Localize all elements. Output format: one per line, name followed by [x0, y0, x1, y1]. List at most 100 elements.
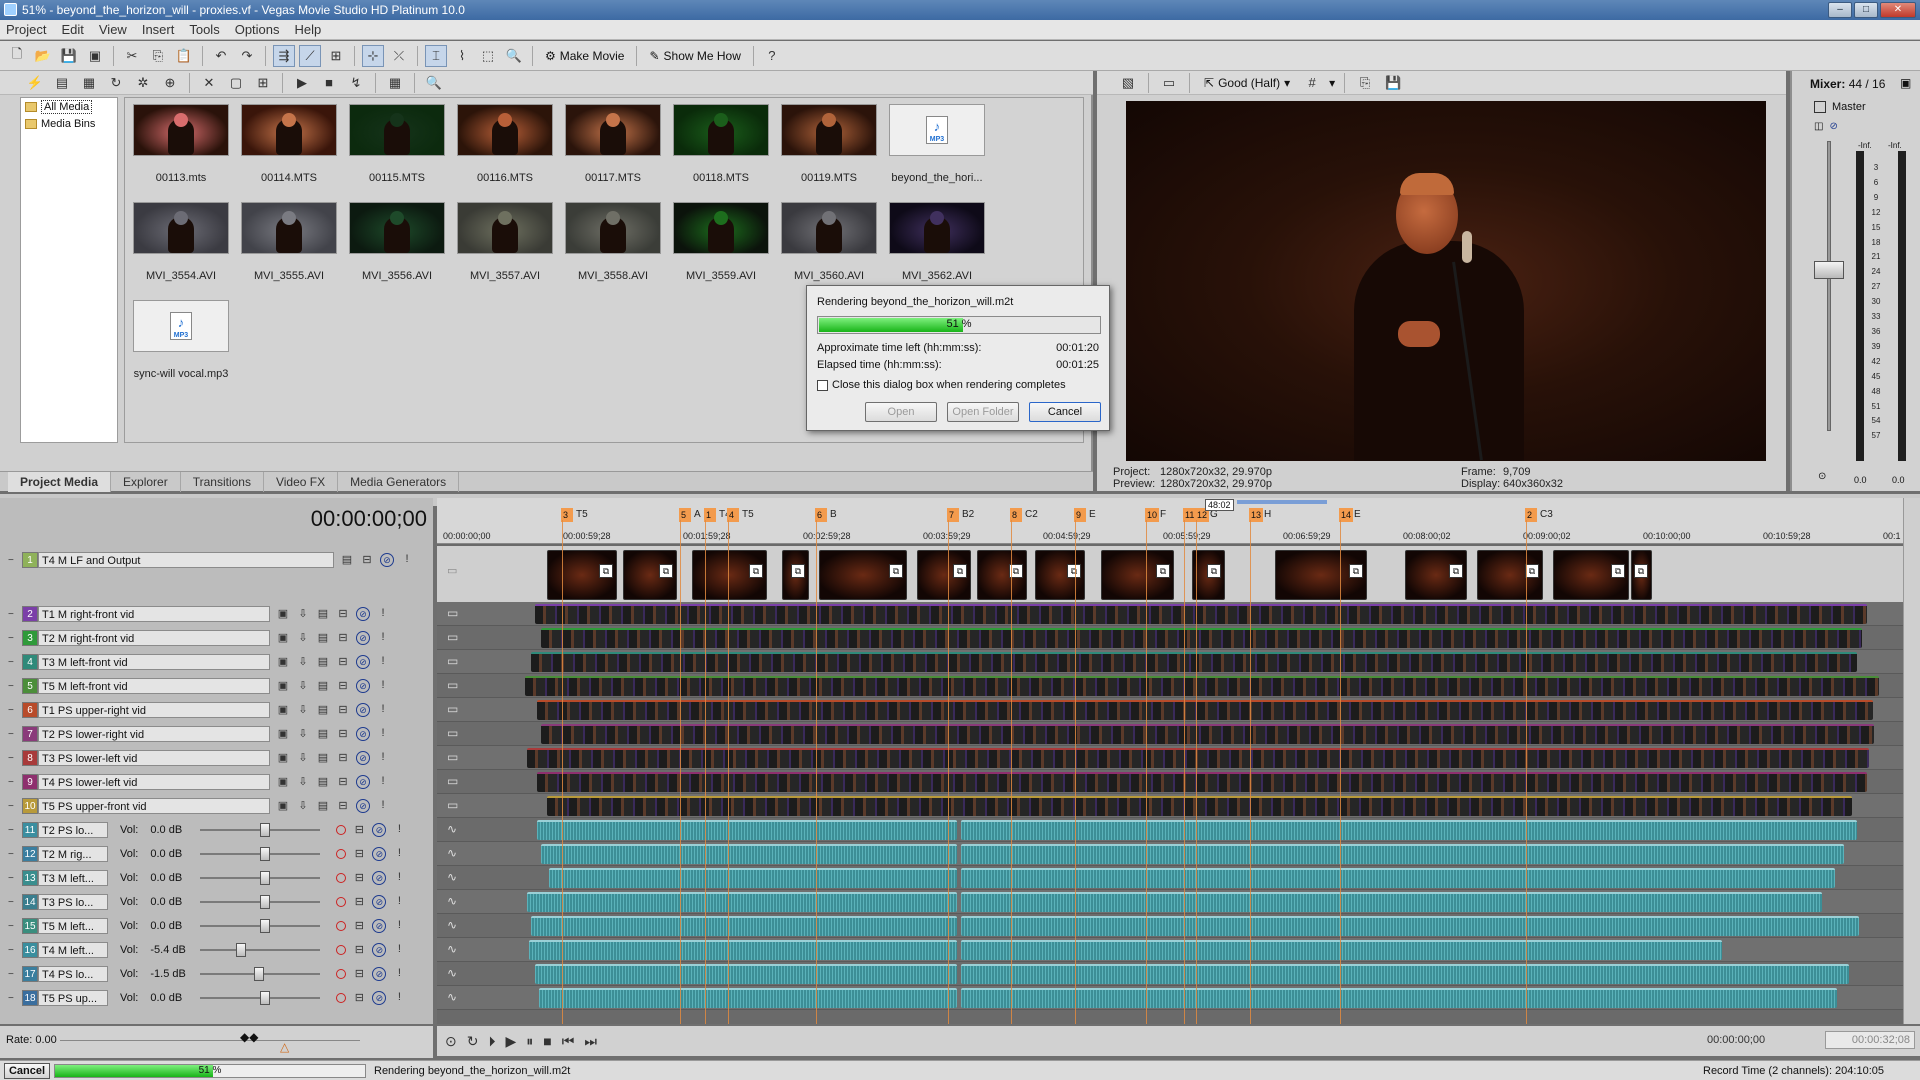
track-collapse-icon[interactable]: −: [8, 897, 14, 908]
track-fx-icon[interactable]: ⊟: [352, 943, 366, 957]
track-fx-icon[interactable]: ⊟: [352, 847, 366, 861]
compositing-level-icon[interactable]: ⊟: [336, 679, 350, 693]
track-fx-icon[interactable]: ▤: [316, 727, 330, 741]
track-collapse-icon[interactable]: −: [8, 801, 14, 812]
track-collapse-icon[interactable]: −: [8, 657, 14, 668]
track-header[interactable]: −13 T3 M left... Vol: 0.0 dB ⊟ ⊘!: [6, 866, 431, 890]
save-snapshot-icon[interactable]: 💾: [1382, 72, 1404, 94]
track-collapse-icon[interactable]: −: [8, 969, 14, 980]
volume-slider[interactable]: [200, 942, 321, 958]
track-motion-icon[interactable]: ▣: [276, 703, 290, 717]
menu-view[interactable]: View: [99, 22, 127, 37]
track-lane[interactable]: ▭: [437, 770, 1903, 794]
track-fx-icon[interactable]: ⊟: [352, 919, 366, 933]
paste-icon[interactable]: 📋: [173, 45, 195, 67]
volume-slider[interactable]: [200, 894, 321, 910]
play-icon[interactable]: ▶: [505, 1033, 516, 1050]
track-name[interactable]: T2 M rig...: [38, 846, 108, 862]
track-motion-icon[interactable]: ▣: [276, 607, 290, 621]
track-name[interactable]: T1 M right-front vid: [38, 606, 270, 622]
track-collapse-icon[interactable]: −: [8, 921, 14, 932]
mute-icon[interactable]: ⊘: [356, 679, 370, 693]
compositing-level-icon[interactable]: ⊟: [336, 775, 350, 789]
track-collapse-icon[interactable]: −: [8, 609, 14, 620]
track-name[interactable]: T4 PS lo...: [38, 966, 108, 982]
normal-edit-tool-icon[interactable]: ⌶: [425, 44, 447, 67]
volume-slider-knob[interactable]: [236, 943, 247, 957]
tab-media-generators[interactable]: Media Generators: [338, 471, 460, 492]
tree-item-media-bins[interactable]: Media Bins: [21, 116, 117, 132]
media-item[interactable]: 00114.MTS: [241, 104, 337, 184]
compositing-level-icon[interactable]: ⊟: [336, 751, 350, 765]
track-name[interactable]: T4 M LF and Output: [38, 552, 334, 568]
track-name[interactable]: T2 M right-front vid: [38, 630, 270, 646]
video-clip[interactable]: [537, 772, 1867, 792]
track-motion-icon[interactable]: ▣: [276, 775, 290, 789]
solo-icon[interactable]: !: [392, 991, 406, 1005]
track-motion-icon[interactable]: ▣: [276, 799, 290, 813]
close-when-complete-checkbox[interactable]: [817, 379, 828, 391]
new-project-icon[interactable]: 🗋: [6, 45, 28, 67]
track-header[interactable]: −15 T5 M left... Vol: 0.0 dB ⊟ ⊘!: [6, 914, 431, 938]
track-lane[interactable]: ▭: [437, 722, 1903, 746]
compositing-level-icon[interactable]: ⊟: [336, 655, 350, 669]
audio-clip[interactable]: [541, 844, 957, 864]
make-movie-button[interactable]: ⚙ Make Movie: [540, 45, 629, 67]
media-item[interactable]: MVI_3557.AVI: [457, 202, 553, 282]
track-collapse-icon[interactable]: −: [8, 555, 14, 566]
solo-icon[interactable]: !: [392, 967, 406, 981]
video-clip[interactable]: [537, 700, 1873, 720]
tab-project-media[interactable]: Project Media: [8, 471, 112, 492]
track-fx-icon[interactable]: ▤: [316, 775, 330, 789]
volume-slider[interactable]: [200, 966, 321, 982]
mute-icon[interactable]: ⊘: [356, 607, 370, 621]
remove-media-icon[interactable]: ✕: [198, 72, 220, 94]
mute-icon[interactable]: ⊘: [356, 751, 370, 765]
play-media-icon[interactable]: ▶: [291, 72, 313, 94]
track-1-lane[interactable]: ▭ ⧉ ⧉ ⧉ ⧉ ⧉ ⧉ ⧉ ⧉ ⧉ ⧉ ⧉ ⧉ ⧉ ⧉ ⧉: [437, 546, 1903, 602]
track-fx-icon[interactable]: ▤: [316, 655, 330, 669]
mute-icon[interactable]: ⊘: [1829, 121, 1837, 132]
video-clip[interactable]: [531, 652, 1857, 672]
track-name[interactable]: T4 PS lower-left vid: [38, 774, 270, 790]
track-lane[interactable]: ∿: [437, 818, 1903, 842]
track-collapse-icon[interactable]: −: [8, 633, 14, 644]
media-item[interactable]: MVI_3560.AVI: [781, 202, 877, 282]
open-button[interactable]: Open: [865, 402, 937, 422]
show-me-how-button[interactable]: ✎ Show Me How: [644, 45, 745, 67]
play-from-start-icon[interactable]: ⏵: [488, 1033, 495, 1050]
status-cancel-button[interactable]: Cancel: [4, 1063, 50, 1079]
volume-slider[interactable]: [200, 990, 321, 1006]
extract-audio-icon[interactable]: ↻: [105, 72, 127, 94]
compositing-mode-icon[interactable]: ⇩: [296, 607, 310, 621]
menu-project[interactable]: Project: [6, 22, 46, 37]
record-icon[interactable]: ⊙: [445, 1033, 457, 1050]
volume-slider-knob[interactable]: [260, 991, 271, 1005]
mute-icon[interactable]: ⊘: [372, 871, 387, 885]
audio-clip[interactable]: [961, 988, 1837, 1008]
mute-icon[interactable]: ⊘: [372, 919, 387, 933]
event-pan-crop-icon[interactable]: ⧉: [1634, 564, 1648, 578]
media-item[interactable]: 00116.MTS: [457, 104, 553, 184]
cancel-render-button[interactable]: Cancel: [1029, 402, 1101, 422]
zoom-tool-icon[interactable]: 🔍: [503, 45, 525, 67]
track-fx-icon[interactable]: ▤: [316, 607, 330, 621]
mute-icon[interactable]: ⊘: [372, 823, 387, 837]
event-pan-crop-icon[interactable]: ⧉: [1349, 564, 1363, 578]
track-name[interactable]: T1 PS upper-right vid: [38, 702, 270, 718]
media-item[interactable]: 00118.MTS: [673, 104, 769, 184]
audio-clip[interactable]: [531, 916, 957, 936]
track-fx-icon[interactable]: ▤: [316, 799, 330, 813]
volume-slider-knob[interactable]: [254, 967, 265, 981]
volume-slider-knob[interactable]: [260, 919, 271, 933]
solo-icon[interactable]: !: [376, 679, 390, 693]
auto-ripple-icon[interactable]: ⇶: [273, 44, 295, 67]
track-fx-icon[interactable]: ▤: [316, 631, 330, 645]
track-header[interactable]: −5 T5 M left-front vid ▣ ⇩ ▤ ⊟ ⊘!: [6, 674, 431, 698]
audio-clip[interactable]: [539, 988, 957, 1008]
track-fx-icon[interactable]: ⊟: [352, 823, 366, 837]
video-clip[interactable]: [541, 628, 1862, 648]
track-header[interactable]: −3 T2 M right-front vid ▣ ⇩ ▤ ⊟ ⊘!: [6, 626, 431, 650]
track-collapse-icon[interactable]: −: [8, 777, 14, 788]
stop-media-icon[interactable]: ■: [318, 72, 340, 94]
